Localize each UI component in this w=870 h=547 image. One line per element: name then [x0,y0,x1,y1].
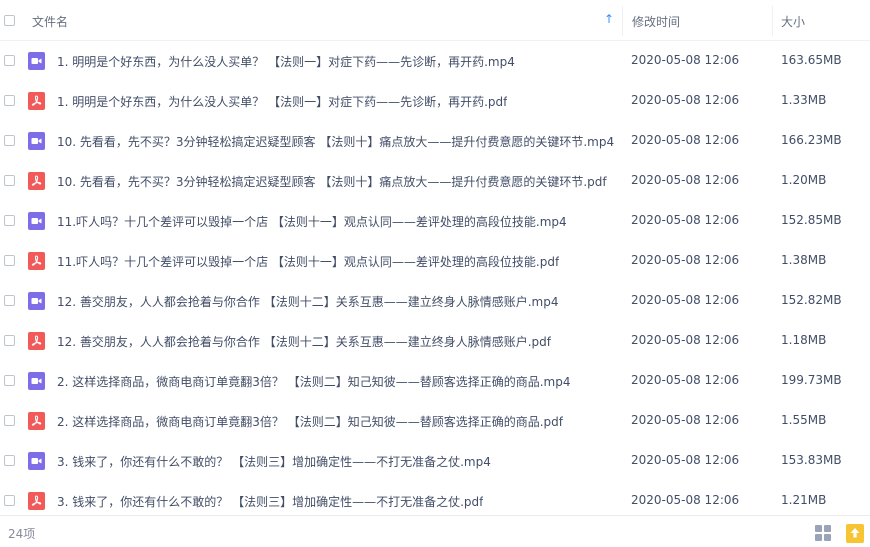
file-name[interactable]: 2. 这样选择商品，微商电商订单竟翻3倍？ 【法则二】知己知彼——替顾客选择正确… [57,413,563,430]
file-name[interactable]: 2. 这样选择商品，微商电商订单竟翻3倍？ 【法则二】知己知彼——替顾客选择正确… [57,373,570,390]
file-name[interactable]: 3. 钱来了，你还有什么不敢的？ 【法则三】增加确定性——不打无准备之仗.pdf [57,493,483,510]
row-checkbox[interactable] [4,215,15,226]
video-file-icon [28,132,45,150]
file-size: 163.65MB [781,53,842,67]
file-name[interactable]: 12. 善交朋友，人人都会抢着与你合作 【法则十二】关系互惠——建立终身人脉情感… [57,293,558,310]
file-modified-time: 2020-05-08 12:06 [631,93,740,107]
file-modified-time: 2020-05-08 12:06 [631,333,740,347]
column-divider[interactable] [622,6,623,36]
file-size: 199.73MB [781,373,842,387]
file-row[interactable]: 10. 先看看，先不买？3分钟轻松搞定迟疑型顾客 【法则十】痛点放大——提升付费… [0,121,870,161]
file-list: 1. 明明是个好东西，为什么没人买单？ 【法则一】对症下药——先诊断，再开药.m… [0,41,870,521]
file-list-header: 文件名 ↑ 修改时间 大小 [0,0,870,41]
file-row[interactable]: 10. 先看看，先不买？3分钟轻松搞定迟疑型顾客 【法则十】痛点放大——提升付费… [0,161,870,201]
file-row[interactable]: 2. 这样选择商品，微商电商订单竟翻3倍？ 【法则二】知己知彼——替顾客选择正确… [0,361,870,401]
sort-ascending-icon[interactable]: ↑ [604,12,614,26]
file-row[interactable]: 2. 这样选择商品，微商电商订单竟翻3倍？ 【法则二】知己知彼——替顾客选择正确… [0,401,870,441]
file-modified-time: 2020-05-08 12:06 [631,173,740,187]
pdf-file-icon [28,492,45,510]
pdf-file-icon [28,172,45,190]
pdf-file-icon [28,332,45,350]
video-file-icon [28,372,45,390]
file-name[interactable]: 11.吓人吗？十几个差评可以毁掉一个店 【法则十一】观点认同——差评处理的高段位… [57,253,559,270]
row-checkbox[interactable] [4,295,15,306]
file-modified-time: 2020-05-08 12:06 [631,133,740,147]
item-count: 24项 [8,527,36,541]
file-size: 1.20MB [781,173,827,187]
pdf-file-icon [28,412,45,430]
file-modified-time: 2020-05-08 12:06 [631,373,740,387]
file-modified-time: 2020-05-08 12:06 [631,253,740,267]
file-modified-time: 2020-05-08 12:06 [631,213,740,227]
file-size: 1.33MB [781,93,827,107]
upload-icon[interactable] [846,524,864,543]
select-all-checkbox[interactable] [4,15,15,26]
file-name[interactable]: 11.吓人吗？十几个差评可以毁掉一个店 【法则十一】观点认同——差评处理的高段位… [57,213,567,230]
video-file-icon [28,292,45,310]
row-checkbox[interactable] [4,495,15,506]
column-divider[interactable] [772,6,773,36]
file-modified-time: 2020-05-08 12:06 [631,493,740,507]
file-modified-time: 2020-05-08 12:06 [631,53,740,67]
row-checkbox[interactable] [4,375,15,386]
pdf-file-icon [28,252,45,270]
file-row[interactable]: 11.吓人吗？十几个差评可以毁掉一个店 【法则十一】观点认同——差评处理的高段位… [0,241,870,281]
column-header-filename[interactable]: 文件名 [32,13,68,30]
file-name[interactable]: 12. 善交朋友，人人都会抢着与你合作 【法则十二】关系互惠——建立终身人脉情感… [57,333,551,350]
row-checkbox[interactable] [4,455,15,466]
video-file-icon [28,52,45,70]
file-row[interactable]: 11.吓人吗？十几个差评可以毁掉一个店 【法则十一】观点认同——差评处理的高段位… [0,201,870,241]
file-name[interactable]: 1. 明明是个好东西，为什么没人买单？ 【法则一】对症下药——先诊断，再开药.p… [57,93,507,110]
file-row[interactable]: 1. 明明是个好东西，为什么没人买单？ 【法则一】对症下药——先诊断，再开药.p… [0,81,870,121]
file-name[interactable]: 1. 明明是个好东西，为什么没人买单？ 【法则一】对症下药——先诊断，再开药.m… [57,53,515,70]
file-modified-time: 2020-05-08 12:06 [631,293,740,307]
file-size: 166.23MB [781,133,842,147]
file-row[interactable]: 12. 善交朋友，人人都会抢着与你合作 【法则十二】关系互惠——建立终身人脉情感… [0,281,870,321]
row-checkbox[interactable] [4,55,15,66]
file-name[interactable]: 10. 先看看，先不买？3分钟轻松搞定迟疑型顾客 【法则十】痛点放大——提升付费… [57,133,614,150]
row-checkbox[interactable] [4,255,15,266]
video-file-icon [28,212,45,230]
file-row[interactable]: 3. 钱来了，你还有什么不敢的？ 【法则三】增加确定性——不打无准备之仗.mp4… [0,441,870,481]
row-checkbox[interactable] [4,415,15,426]
file-size: 1.21MB [781,493,827,507]
grid-view-icon[interactable] [815,525,832,542]
file-modified-time: 2020-05-08 12:06 [631,413,740,427]
file-size: 152.82MB [781,293,842,307]
row-checkbox[interactable] [4,135,15,146]
file-size: 152.85MB [781,213,842,227]
row-checkbox[interactable] [4,175,15,186]
file-size: 1.55MB [781,413,827,427]
file-row[interactable]: 1. 明明是个好东西，为什么没人买单？ 【法则一】对症下药——先诊断，再开药.m… [0,41,870,81]
file-name[interactable]: 10. 先看看，先不买？3分钟轻松搞定迟疑型顾客 【法则十】痛点放大——提升付费… [57,173,607,190]
file-row[interactable]: 12. 善交朋友，人人都会抢着与你合作 【法则十二】关系互惠——建立终身人脉情感… [0,321,870,361]
file-modified-time: 2020-05-08 12:06 [631,453,740,467]
pdf-file-icon [28,92,45,110]
row-checkbox[interactable] [4,95,15,106]
file-name[interactable]: 3. 钱来了，你还有什么不敢的？ 【法则三】增加确定性——不打无准备之仗.mp4 [57,453,491,470]
file-size: 1.18MB [781,333,827,347]
video-file-icon [28,452,45,470]
row-checkbox[interactable] [4,335,15,346]
column-header-size[interactable]: 大小 [781,13,805,30]
status-bar: 24项 [0,515,870,547]
file-size: 153.83MB [781,453,842,467]
column-header-modified[interactable]: 修改时间 [632,13,680,30]
file-size: 1.38MB [781,253,827,267]
